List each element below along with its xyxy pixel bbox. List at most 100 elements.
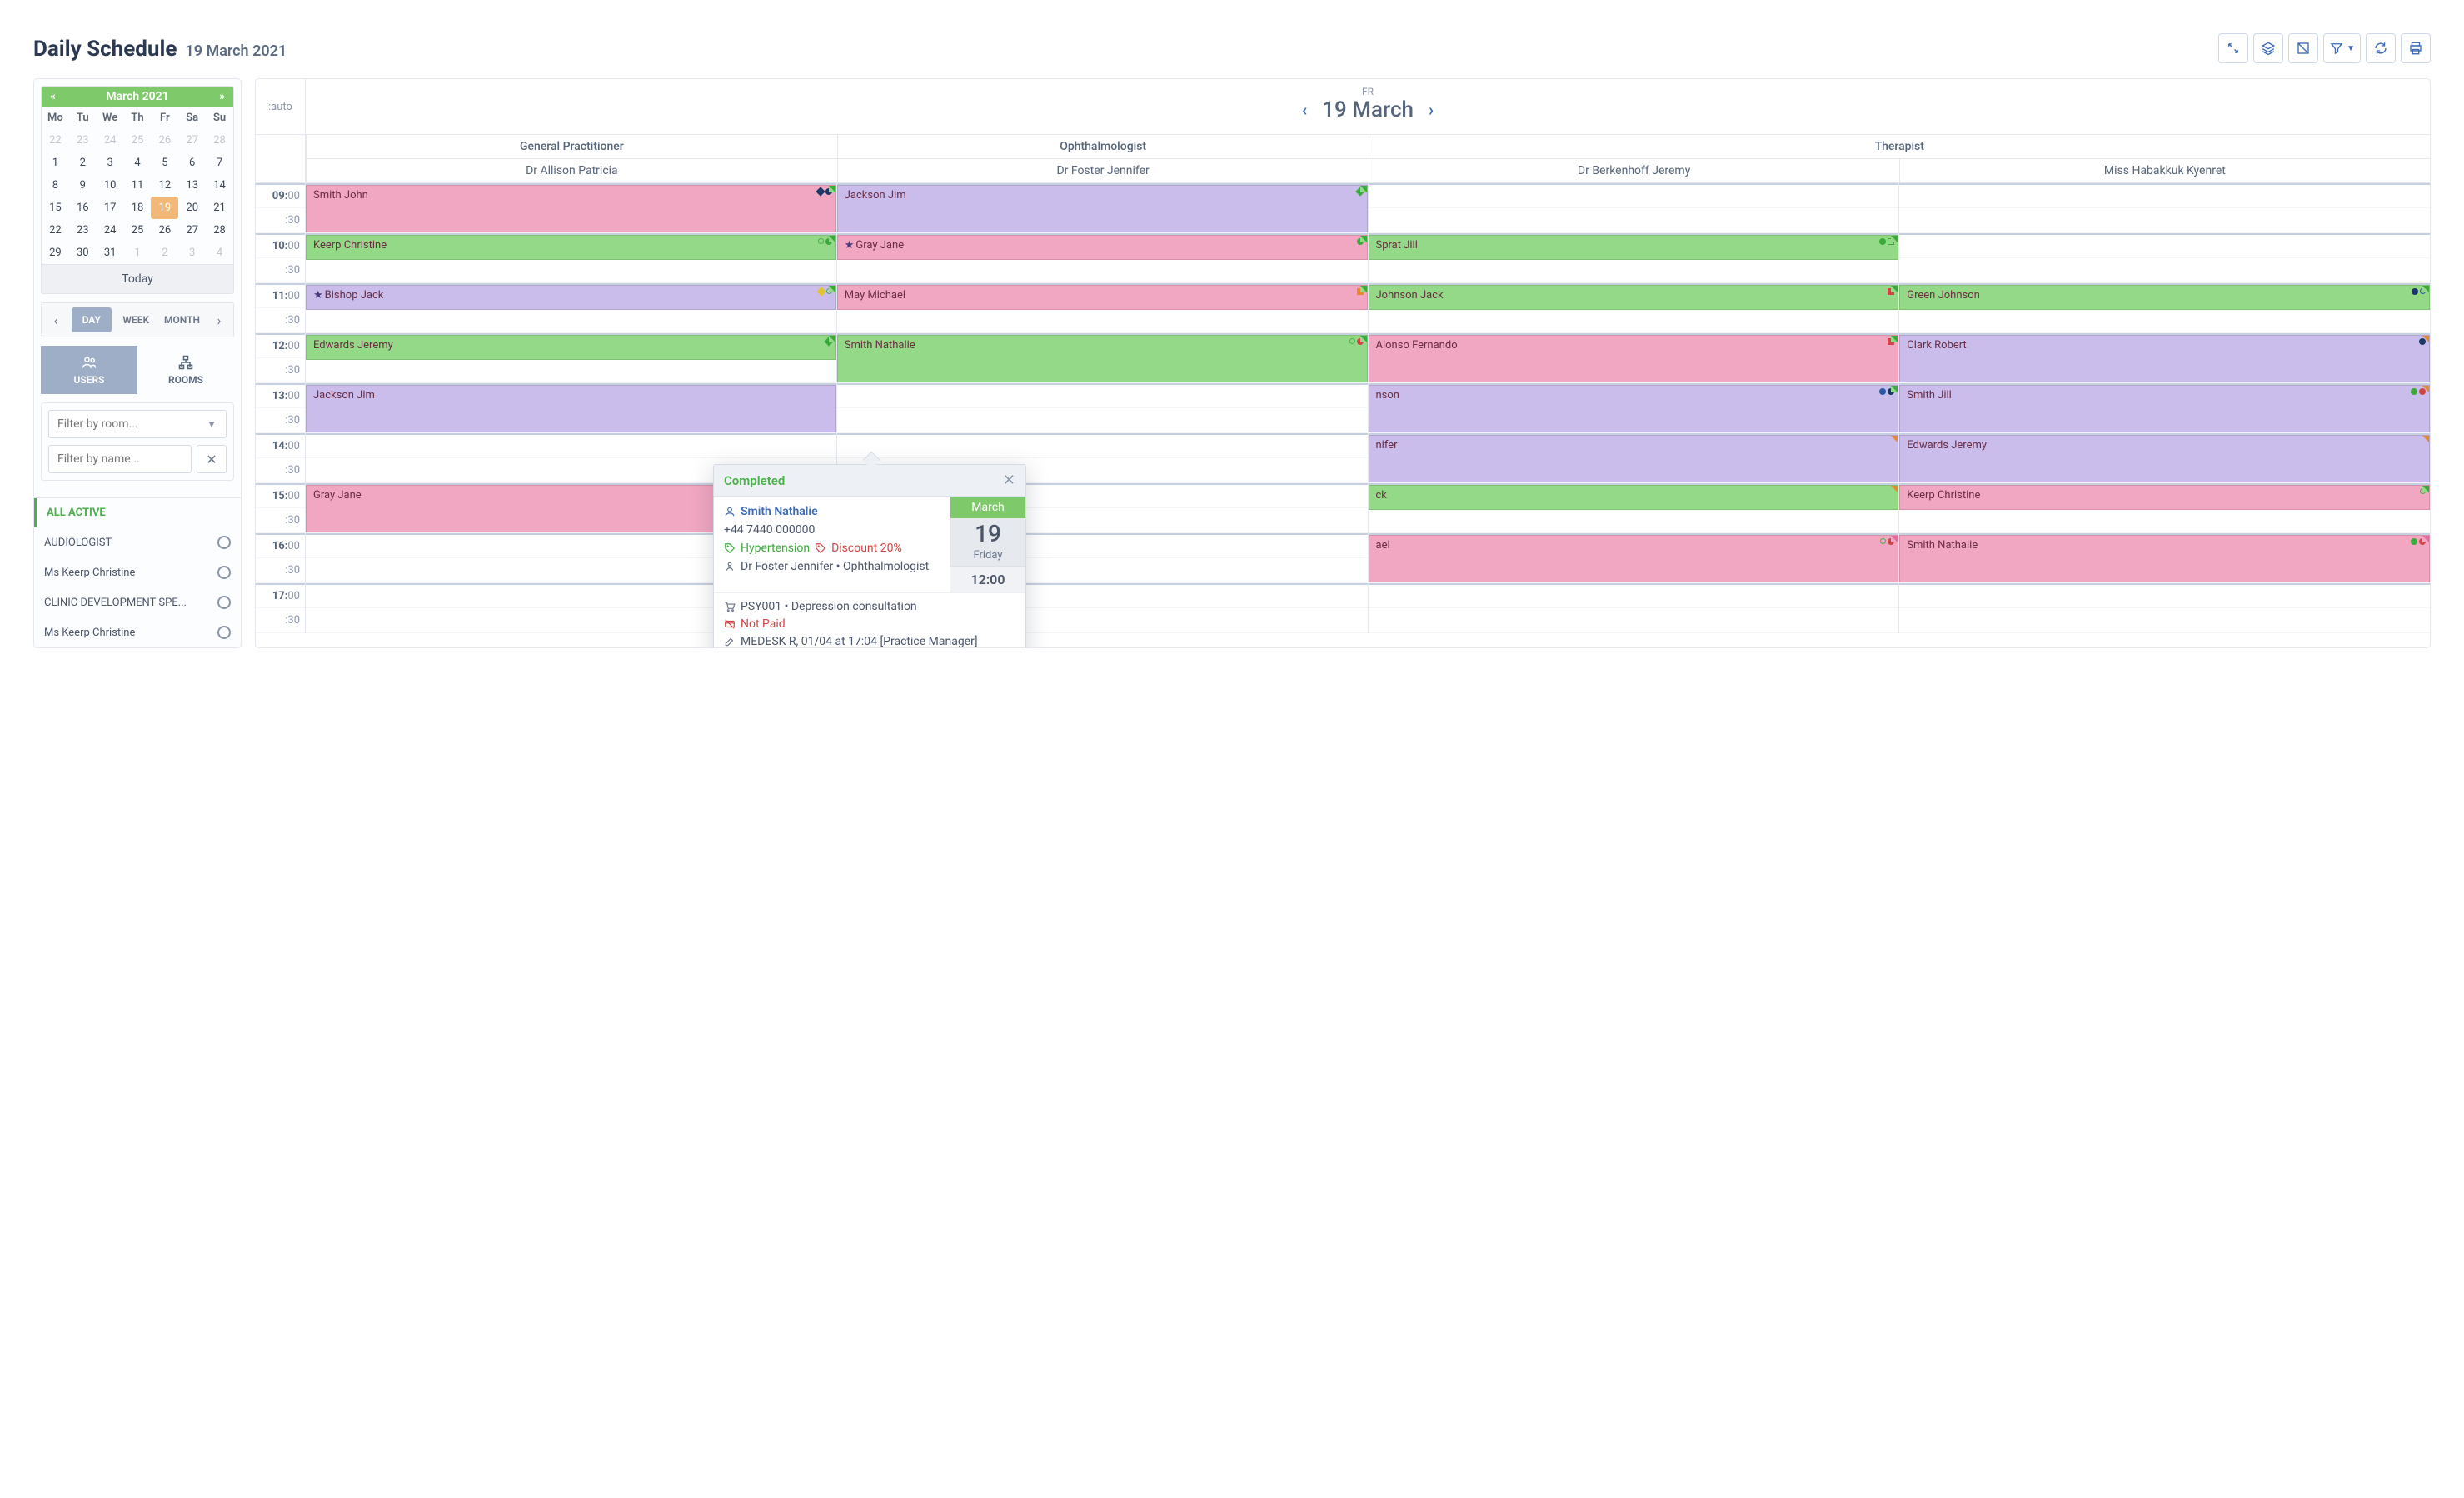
schedule-cell[interactable]: Sprat Jill (1369, 233, 1899, 258)
print-icon[interactable] (2401, 33, 2431, 63)
schedule-cell[interactable]: ck (1369, 483, 1899, 508)
schedule-cell[interactable] (1369, 408, 1899, 433)
mini-cal-day[interactable]: 1 (42, 152, 69, 174)
radio-icon[interactable] (217, 626, 231, 639)
mini-cal-day[interactable]: 8 (42, 174, 69, 197)
mini-cal-day[interactable]: 11 (124, 174, 152, 197)
schedule-cell[interactable]: Smith John (306, 183, 836, 208)
schedule-cell[interactable] (837, 433, 1368, 458)
tab-rooms[interactable]: ROOMS (137, 346, 234, 394)
schedule-cell[interactable] (1899, 258, 2430, 283)
appointment[interactable]: Keerp Christine (1899, 485, 2430, 510)
appointment[interactable]: ★Bishop Jack (306, 285, 836, 310)
view-week-button[interactable]: WEEK (117, 307, 157, 332)
schedule-cell[interactable] (306, 408, 836, 433)
mini-cal-day[interactable]: 24 (97, 129, 124, 152)
schedule-cell[interactable] (1899, 508, 2430, 533)
filter-name-input[interactable] (48, 445, 192, 473)
filter-room-select[interactable] (48, 410, 227, 438)
schedule-cell[interactable] (1369, 208, 1899, 233)
schedule-cell[interactable] (1369, 258, 1899, 283)
schedule-cell[interactable] (1899, 208, 2430, 233)
mini-cal-day[interactable]: 22 (42, 219, 69, 242)
mini-cal-day[interactable]: 4 (124, 152, 152, 174)
mini-cal-day[interactable]: 28 (206, 129, 233, 152)
view-month-button[interactable]: MONTH (161, 307, 203, 332)
mini-cal-day[interactable]: 30 (69, 242, 97, 264)
mini-cal-day[interactable]: 25 (124, 129, 152, 152)
mini-cal-day[interactable]: 26 (151, 219, 178, 242)
mini-cal-day[interactable]: 25 (124, 219, 152, 242)
schedule-cell[interactable] (1369, 583, 1899, 608)
mini-cal-day[interactable]: 18 (124, 197, 152, 219)
appointment[interactable]: Green Johnson (1899, 285, 2430, 310)
prev-day-icon[interactable]: ‹ (1302, 100, 1307, 120)
view-prev-icon[interactable]: ‹ (45, 307, 67, 333)
mini-cal-day[interactable]: 24 (97, 219, 124, 242)
schedule-cell[interactable]: Clark Robert (1899, 333, 2430, 358)
schedule-cell[interactable] (1899, 558, 2430, 583)
schedule-cell[interactable] (837, 383, 1368, 408)
schedule-cell[interactable] (1369, 458, 1899, 483)
schedule-cell[interactable]: Smith Nathalie (837, 333, 1368, 358)
schedule-cell[interactable] (306, 433, 836, 458)
mini-cal-day[interactable]: 23 (69, 129, 97, 152)
mini-cal-day[interactable]: 13 (178, 174, 206, 197)
mini-cal-day[interactable]: 14 (206, 174, 233, 197)
schedule-cell[interactable]: nson (1369, 383, 1899, 408)
schedule-cell[interactable]: Johnson Jack (1369, 283, 1899, 308)
clear-filter-icon[interactable]: ✕ (197, 445, 227, 473)
schedule-cell[interactable]: Keerp Christine (306, 233, 836, 258)
schedule-cell[interactable] (837, 208, 1368, 233)
view-day-button[interactable]: DAY (72, 307, 112, 332)
schedule-cell[interactable] (1899, 183, 2430, 208)
schedule-cell[interactable] (837, 258, 1368, 283)
list-item[interactable]: Ms Keerp Christine (34, 557, 241, 587)
list-item[interactable]: Ms Keerp Christine (34, 617, 241, 647)
schedule-cell[interactable] (1899, 458, 2430, 483)
schedule-cell[interactable] (837, 408, 1368, 433)
schedule-cell[interactable] (1899, 408, 2430, 433)
mini-cal-day[interactable]: 7 (206, 152, 233, 174)
appointment[interactable]: May Michael (837, 285, 1368, 310)
schedule-cell[interactable] (306, 258, 836, 283)
mini-cal-day[interactable]: 17 (97, 197, 124, 219)
mini-cal-day[interactable]: 15 (42, 197, 69, 219)
view-next-icon[interactable]: › (208, 307, 230, 333)
schedule-cell[interactable] (306, 308, 836, 333)
mini-cal-day[interactable]: 29 (42, 242, 69, 264)
schedule-cell[interactable] (1899, 233, 2430, 258)
mini-cal-day[interactable]: 27 (178, 219, 206, 242)
schedule-cell[interactable] (1899, 583, 2430, 608)
appointment[interactable]: Edwards Jeremy (306, 335, 836, 360)
schedule-cell[interactable] (1899, 358, 2430, 383)
mini-cal-day[interactable]: 22 (42, 129, 69, 152)
list-all-active[interactable]: ALL ACTIVE (34, 498, 241, 527)
mini-cal-day[interactable]: 16 (69, 197, 97, 219)
refresh-icon[interactable] (2366, 33, 2396, 63)
schedule-cell[interactable]: May Michael (837, 283, 1368, 308)
today-button[interactable]: Today (42, 264, 233, 293)
layers-icon[interactable] (2253, 33, 2283, 63)
schedule-cell[interactable] (1369, 358, 1899, 383)
appointment[interactable]: Johnson Jack (1369, 285, 1899, 310)
mini-cal-day[interactable]: 27 (178, 129, 206, 152)
mini-cal-day[interactable]: 2 (69, 152, 97, 174)
radio-icon[interactable] (217, 536, 231, 549)
schedule-cell[interactable]: ael (1369, 533, 1899, 558)
filter-button[interactable]: ▼ (2323, 33, 2361, 63)
schedule-cell[interactable]: Edwards Jeremy (306, 333, 836, 358)
mini-cal-day[interactable]: 5 (151, 152, 178, 174)
list-item[interactable]: CLINIC DEVELOPMENT SPE... (34, 587, 241, 617)
list-item[interactable]: AUDIOLOGIST (34, 527, 241, 557)
schedule-cell[interactable]: Jackson Jim (837, 183, 1368, 208)
mini-cal-day[interactable]: 10 (97, 174, 124, 197)
appointment[interactable]: Keerp Christine (306, 235, 836, 260)
mini-cal-day[interactable]: 23 (69, 219, 97, 242)
radio-icon[interactable] (217, 596, 231, 609)
schedule-cell[interactable] (1369, 608, 1899, 633)
next-day-icon[interactable]: › (1429, 100, 1434, 120)
schedule-cell[interactable] (306, 358, 836, 383)
schedule-cell[interactable]: Smith Nathalie (1899, 533, 2430, 558)
schedule-cell[interactable] (1369, 183, 1899, 208)
